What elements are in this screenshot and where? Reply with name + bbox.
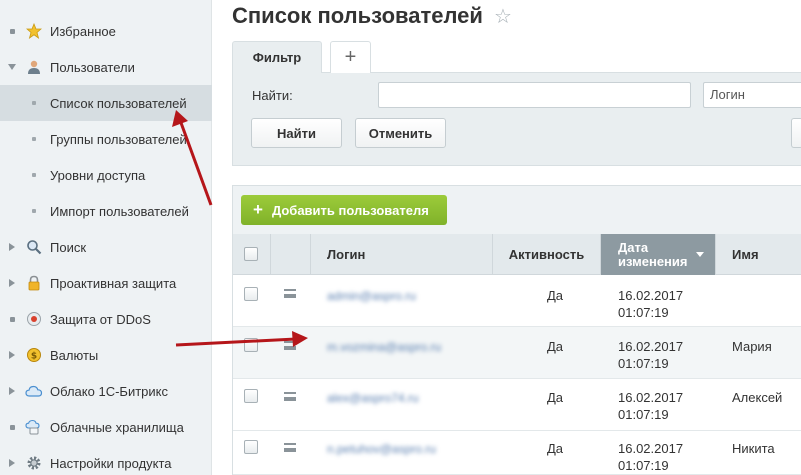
annotation-arrow-up [172,110,213,206]
annotation-arrow-right [175,331,308,347]
annotation-arrows [172,110,308,347]
